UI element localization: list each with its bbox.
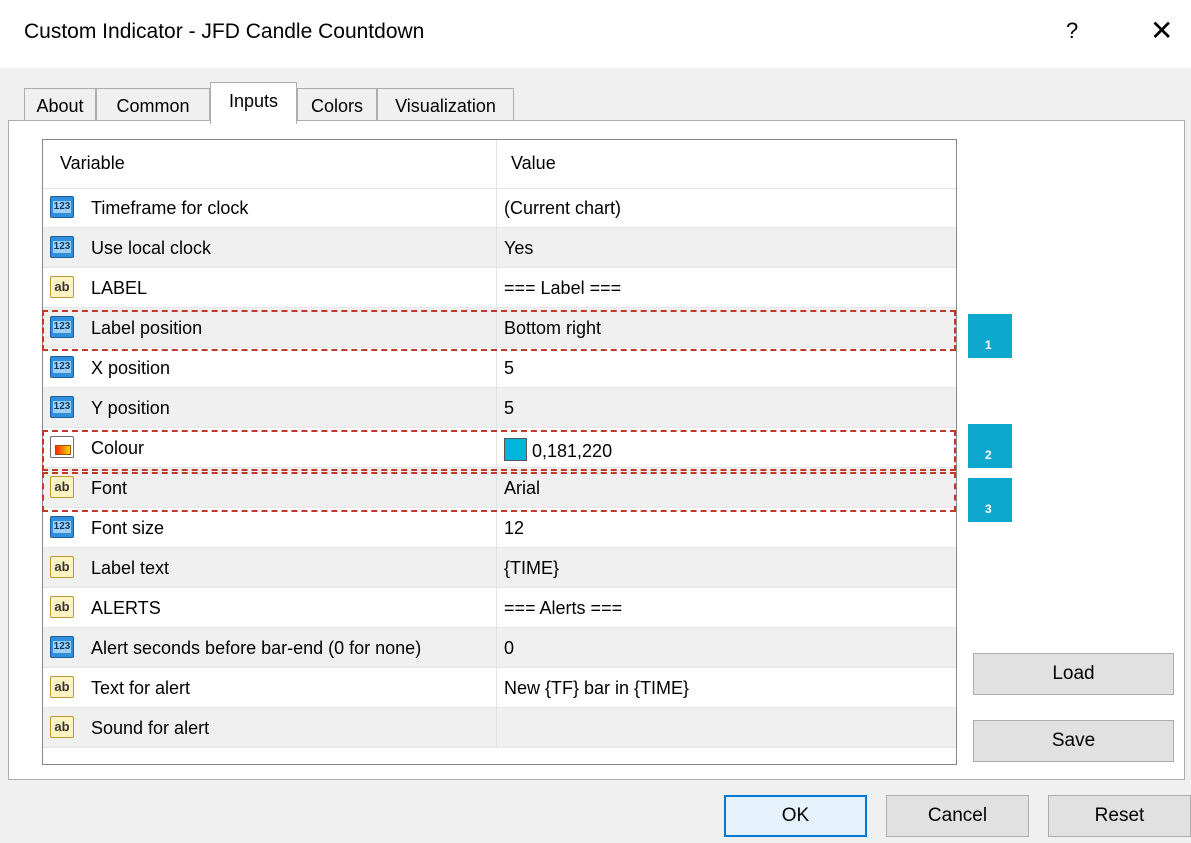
variable-name: Timeframe for clock xyxy=(91,198,249,218)
variable-name: Font size xyxy=(91,518,165,538)
callout-badge-1: 1 xyxy=(968,314,1012,358)
save-button[interactable]: Save xyxy=(973,720,1174,762)
grid-row[interactable]: 123 Timeframe for clock (Current chart) xyxy=(43,188,956,228)
variable-value[interactable]: 5 xyxy=(504,398,514,419)
ok-button[interactable]: OK xyxy=(724,795,867,837)
string-type-icon: ab xyxy=(50,716,74,738)
grid-row[interactable]: 123 Font size 12 xyxy=(43,508,956,548)
string-type-icon: ab xyxy=(50,676,74,698)
callout-badge-3: 3 xyxy=(968,478,1012,522)
variable-name: LABEL xyxy=(91,278,148,298)
variable-name: Text for alert xyxy=(91,678,191,698)
variable-value[interactable]: {TIME} xyxy=(504,558,559,579)
grid-header: Variable Value xyxy=(43,140,956,189)
grid-row[interactable]: ab ALERTS === Alerts === xyxy=(43,588,956,628)
grid-row[interactable]: ab Text for alert New {TF} bar in {TIME} xyxy=(43,668,956,708)
variable-name: Y position xyxy=(91,398,170,418)
variable-value[interactable]: 12 xyxy=(504,518,524,539)
variable-name: ALERTS xyxy=(91,598,161,618)
string-type-icon: ab xyxy=(50,556,74,578)
tab-visualization[interactable]: Visualization xyxy=(377,88,514,122)
tab-inputs[interactable]: Inputs xyxy=(210,82,297,124)
variable-value[interactable]: 5 xyxy=(504,358,514,379)
string-type-icon: ab xyxy=(50,596,74,618)
variable-value[interactable]: === Label === xyxy=(504,278,621,299)
variable-value[interactable]: === Alerts === xyxy=(504,598,622,619)
tab-colors[interactable]: Colors xyxy=(297,88,377,122)
variable-value[interactable]: 0 xyxy=(504,638,514,659)
help-button[interactable]: ? xyxy=(1066,18,1078,44)
grid-row[interactable]: ab Label text {TIME} xyxy=(43,548,956,588)
column-header-value[interactable]: Value xyxy=(511,153,556,174)
grid-row[interactable]: ab LABEL === Label === xyxy=(43,268,956,308)
tab-about[interactable]: About xyxy=(24,88,96,122)
number-type-icon: 123 xyxy=(50,356,74,378)
tab-common[interactable]: Common xyxy=(96,88,210,122)
reset-button[interactable]: Reset xyxy=(1048,795,1191,837)
variable-value[interactable]: Yes xyxy=(504,238,533,259)
cancel-button[interactable]: Cancel xyxy=(886,795,1029,837)
variable-name: Label text xyxy=(91,558,170,578)
grid-row[interactable]: 123 Alert seconds before bar-end (0 for … xyxy=(43,628,956,668)
number-type-icon: 123 xyxy=(50,196,74,218)
column-header-variable[interactable]: Variable xyxy=(60,153,125,174)
column-divider[interactable] xyxy=(496,140,497,188)
number-type-icon: 123 xyxy=(50,636,74,658)
title-bar: Custom Indicator - JFD Candle Countdown … xyxy=(0,0,1191,68)
variable-value[interactable]: (Current chart) xyxy=(504,198,621,219)
variable-name: Use local clock xyxy=(91,238,212,258)
grid-row[interactable]: 123 Y position 5 xyxy=(43,388,956,428)
window-title: Custom Indicator - JFD Candle Countdown xyxy=(24,20,425,43)
number-type-icon: 123 xyxy=(50,516,74,538)
callout-highlight-2 xyxy=(42,430,956,471)
number-type-icon: 123 xyxy=(50,396,74,418)
load-button[interactable]: Load xyxy=(973,653,1174,695)
number-type-icon: 123 xyxy=(50,236,74,258)
grid-row[interactable]: 123 Use local clock Yes xyxy=(43,228,956,268)
variable-value[interactable]: New {TF} bar in {TIME} xyxy=(504,678,689,699)
callout-highlight-3 xyxy=(42,472,956,512)
grid-row[interactable]: 123 X position 5 xyxy=(43,348,956,388)
grid-row[interactable]: ab Sound for alert xyxy=(43,708,956,748)
variable-name: Alert seconds before bar-end (0 for none… xyxy=(91,638,422,658)
callout-badge-2: 2 xyxy=(968,424,1012,468)
string-type-icon: ab xyxy=(50,276,74,298)
variable-name: X position xyxy=(91,358,171,378)
variable-name: Sound for alert xyxy=(91,718,210,738)
close-button[interactable]: ✕ xyxy=(1150,14,1173,47)
callout-highlight-1 xyxy=(42,310,956,351)
